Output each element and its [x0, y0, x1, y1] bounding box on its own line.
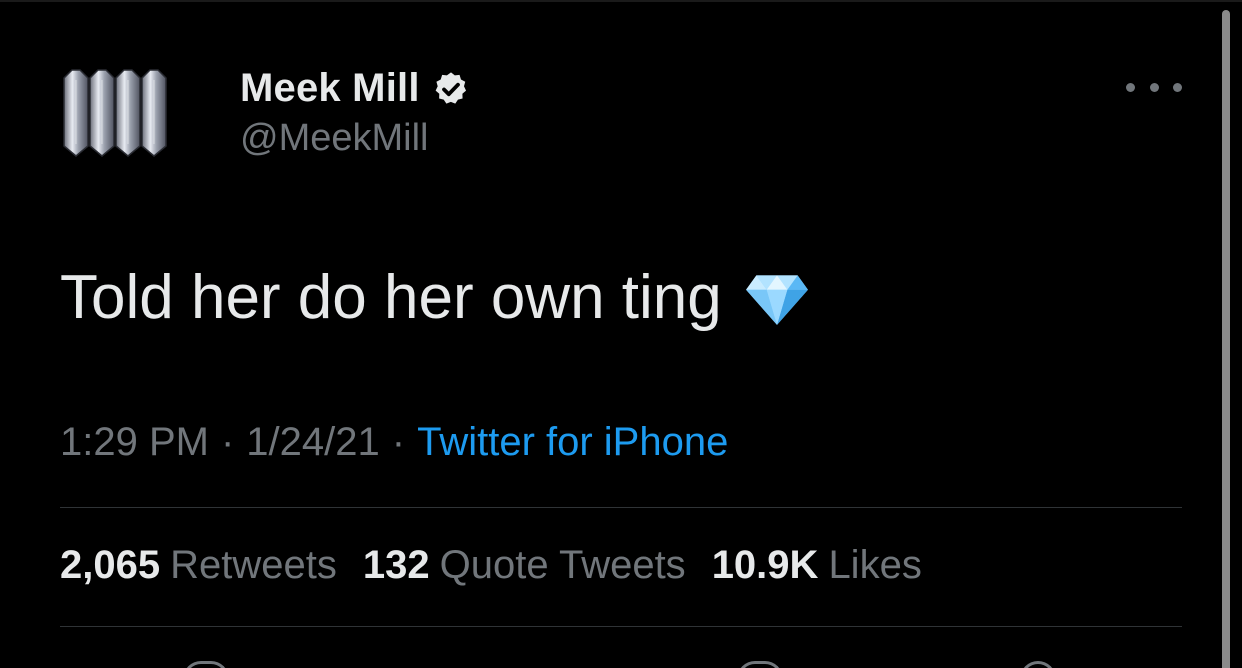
more-options-icon[interactable]: [1126, 72, 1182, 102]
likes-count: 10.9K: [711, 543, 819, 587]
user-info: Meek Mill @MeekMill: [240, 66, 470, 160]
quote-tweets-label: Quote Tweets: [439, 543, 686, 587]
retweets-count: 2,065: [60, 543, 161, 587]
likes-label: Likes: [828, 543, 922, 587]
reply-icon[interactable]: [183, 661, 229, 668]
quote-tweets-count: 132: [362, 543, 430, 587]
tweet-date[interactable]: 1/24/21: [246, 420, 379, 464]
tweet-text: Told her do her own ting: [60, 263, 722, 332]
share-icon[interactable]: [1020, 661, 1056, 668]
scrollbar[interactable]: [1222, 10, 1230, 668]
name-row: Meek Mill: [240, 66, 470, 111]
tweet-meta: 1:29 PM · 1/24/21 · Twitter for iPhone: [60, 420, 728, 465]
action-bar: [0, 655, 1242, 668]
retweets-label: Retweets: [170, 543, 337, 587]
verified-badge-icon: [435, 71, 466, 104]
tweet-source-link[interactable]: Twitter for iPhone: [417, 420, 728, 464]
meta-separator: ·: [391, 420, 406, 464]
tweet-header: Meek Mill @MeekMill: [60, 58, 470, 168]
top-border: [0, 0, 1242, 2]
more-dot: [1149, 82, 1159, 92]
user-handle[interactable]: @MeekMill: [240, 117, 470, 160]
display-name[interactable]: Meek Mill: [240, 66, 420, 111]
divider: [60, 626, 1182, 627]
tweet-stats: 2,065 Retweets 132 Quote Tweets 10.9K Likes: [60, 543, 948, 588]
meta-separator: ·: [220, 420, 235, 464]
like-icon[interactable]: [737, 661, 783, 668]
more-dot: [1173, 82, 1182, 92]
tweet-body: Told her do her own ting: [60, 262, 810, 333]
avatar[interactable]: [60, 58, 210, 168]
diamond-bars-avatar-icon: [63, 69, 167, 157]
tweet-time[interactable]: 1:29 PM: [60, 420, 209, 464]
divider: [60, 507, 1182, 508]
retweets-stat[interactable]: 2,065 Retweets: [60, 543, 337, 588]
gem-icon: [745, 274, 808, 325]
tweet-detail-view: Meek Mill @MeekMill Told her do her own …: [0, 0, 1242, 668]
more-dot: [1126, 82, 1135, 92]
quote-tweets-stat[interactable]: 132 Quote Tweets: [363, 543, 686, 588]
likes-stat[interactable]: 10.9K Likes: [712, 543, 922, 588]
